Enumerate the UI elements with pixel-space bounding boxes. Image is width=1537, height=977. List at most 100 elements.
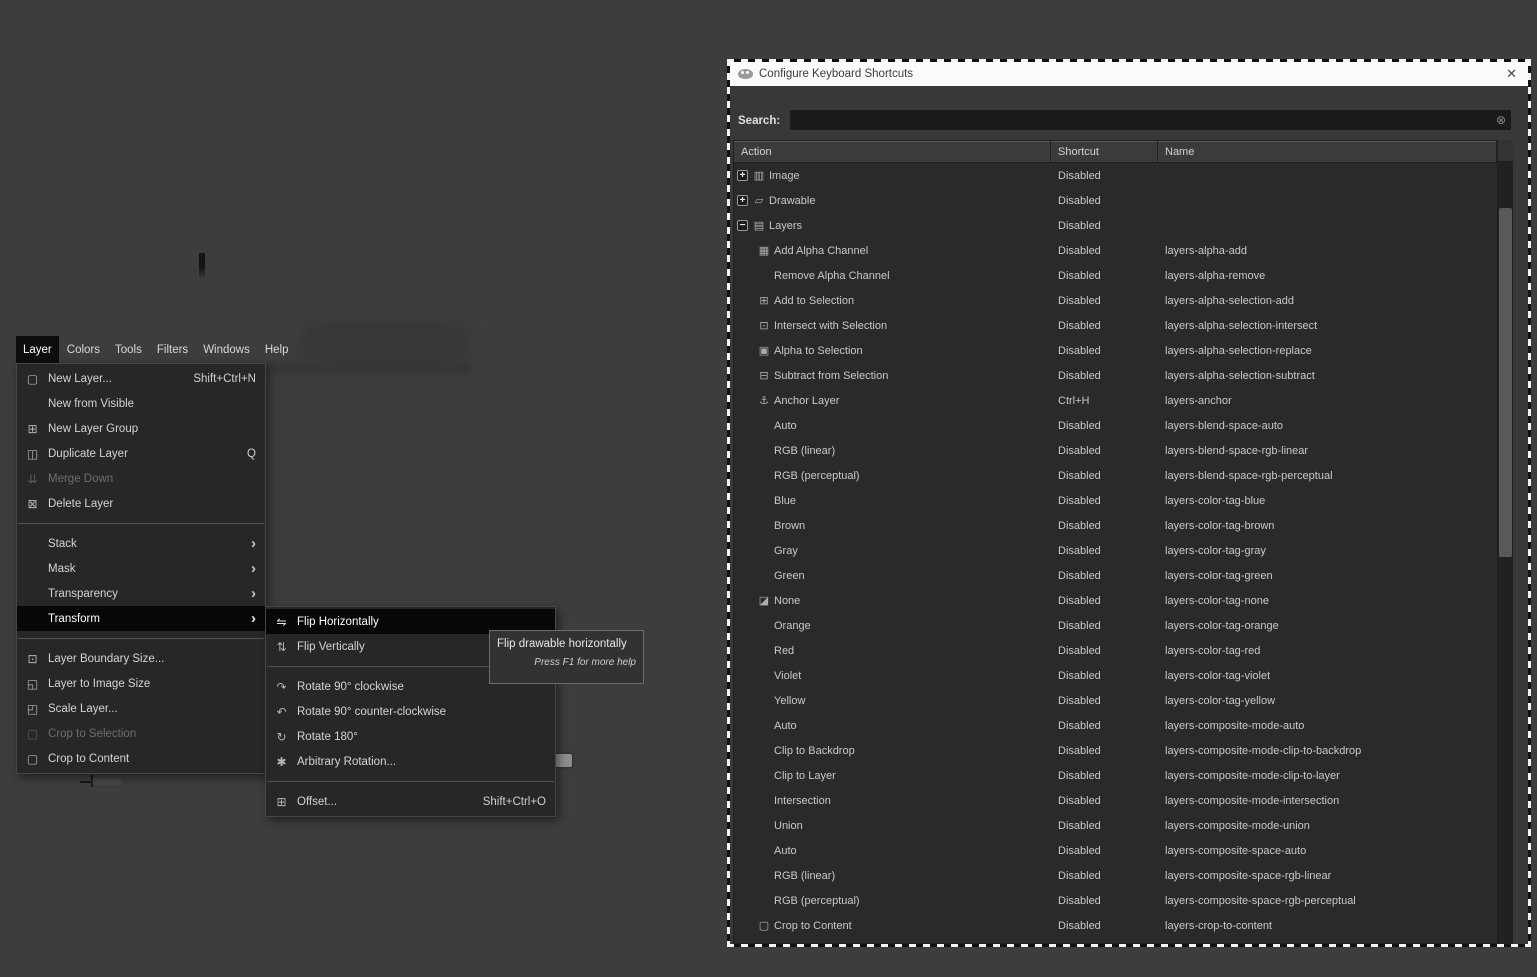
search-input[interactable] bbox=[792, 110, 1490, 132]
table-row[interactable]: AutoDisabledlayers-blend-space-auto bbox=[734, 413, 1497, 438]
column-header-shortcut[interactable]: Shortcut bbox=[1051, 141, 1158, 163]
table-row[interactable]: YellowDisabledlayers-color-tag-yellow bbox=[734, 688, 1497, 713]
table-row[interactable]: ▢Crop to ContentDisabledlayers-crop-to-c… bbox=[734, 913, 1497, 938]
close-icon[interactable]: ✕ bbox=[1506, 66, 1517, 82]
action-name-value: layers-alpha-selection-intersect bbox=[1158, 320, 1497, 332]
menu-item-transform[interactable]: Transform› bbox=[17, 606, 265, 631]
menubar-item-help[interactable]: Help bbox=[258, 336, 296, 363]
action-name-value: layers-color-tag-orange bbox=[1158, 620, 1497, 632]
flip-vertical-icon: ⇅ bbox=[272, 640, 291, 654]
menu-item-label: Delete Layer bbox=[48, 498, 113, 510]
table-row[interactable]: ◪NoneDisabledlayers-color-tag-none bbox=[734, 588, 1497, 613]
table-row[interactable]: Clip to LayerDisabledlayers-composite-mo… bbox=[734, 763, 1497, 788]
table-row[interactable]: RGB (perceptual)Disabledlayers-blend-spa… bbox=[734, 463, 1497, 488]
menu-item-scale-layer[interactable]: ◰Scale Layer... bbox=[17, 696, 265, 721]
table-row[interactable]: RGB (linear)Disabledlayers-blend-space-r… bbox=[734, 438, 1497, 463]
table-row[interactable]: ⊟Subtract from SelectionDisabledlayers-a… bbox=[734, 363, 1497, 388]
menu-item-shortcut: Shift+Ctrl+O bbox=[465, 796, 546, 808]
shortcut-value: Disabled bbox=[1051, 170, 1158, 182]
action-cell: Brown bbox=[734, 520, 1051, 532]
table-row[interactable]: AutoDisabledlayers-composite-mode-auto bbox=[734, 713, 1497, 738]
table-row[interactable]: +▱DrawableDisabled bbox=[734, 188, 1497, 213]
menu-item-transparency[interactable]: Transparency› bbox=[17, 581, 265, 606]
menu-item-merge-down[interactable]: ⇊Merge Down bbox=[17, 466, 265, 491]
table-row[interactable]: ▣Alpha to SelectionDisabledlayers-alpha-… bbox=[734, 338, 1497, 363]
action-label: Add Alpha Channel bbox=[774, 245, 868, 257]
action-name-value: layers-composite-mode-intersection bbox=[1158, 795, 1497, 807]
table-row[interactable]: ⊡Intersect with SelectionDisabledlayers-… bbox=[734, 313, 1497, 338]
merge-down-icon: ⇊ bbox=[23, 472, 42, 486]
table-row[interactable]: ▦Add Alpha ChannelDisabledlayers-alpha-a… bbox=[734, 238, 1497, 263]
search-row: Search: ⊗ bbox=[730, 86, 1528, 138]
table-row[interactable]: UnionDisabledlayers-composite-mode-union bbox=[734, 813, 1497, 838]
action-label: Violet bbox=[774, 670, 801, 682]
table-row[interactable]: RGB (linear)Disabledlayers-composite-spa… bbox=[734, 863, 1497, 888]
menubar-item-colors[interactable]: Colors bbox=[60, 336, 107, 363]
table-row[interactable]: −▤LayersDisabled bbox=[734, 213, 1497, 238]
action-name-value: layers-color-tag-none bbox=[1158, 595, 1497, 607]
table-row[interactable]: OrangeDisabledlayers-color-tag-orange bbox=[734, 613, 1497, 638]
clear-search-icon[interactable]: ⊗ bbox=[1496, 113, 1506, 127]
new-layer-icon: ▢ bbox=[23, 372, 42, 386]
table-row[interactable]: BlueDisabledlayers-color-tag-blue bbox=[734, 488, 1497, 513]
table-row[interactable]: Remove Alpha ChannelDisabledlayers-alpha… bbox=[734, 263, 1497, 288]
shortcuts-table: Action Shortcut Name +▥ImageDisabled+▱Dr… bbox=[733, 140, 1498, 944]
tree-expand-icon[interactable]: + bbox=[737, 195, 748, 206]
dialog-titlebar[interactable]: Configure Keyboard Shortcuts ✕ bbox=[730, 62, 1528, 86]
menu-item-crop-to-content[interactable]: ▢Crop to Content bbox=[17, 746, 265, 771]
action-label: Remove Alpha Channel bbox=[774, 270, 890, 282]
action-label: Add to Selection bbox=[774, 295, 854, 307]
table-row[interactable]: Clip to BackdropDisabledlayers-composite… bbox=[734, 738, 1497, 763]
table-row[interactable]: AutoDisabledlayers-composite-space-auto bbox=[734, 838, 1497, 863]
menu-item-duplicate-layer[interactable]: ◫Duplicate LayerQ bbox=[17, 441, 265, 466]
table-row[interactable]: RGB (perceptual)Disabledlayers-composite… bbox=[734, 888, 1497, 913]
table-row[interactable]: IntersectionDisabledlayers-composite-mod… bbox=[734, 788, 1497, 813]
menubar-item-layer[interactable]: Layer bbox=[16, 336, 59, 363]
gimp-logo-icon bbox=[738, 69, 753, 79]
action-label: Clip to Layer bbox=[774, 770, 836, 782]
menubar-item-filters[interactable]: Filters bbox=[150, 336, 195, 363]
action-cell: ▣Alpha to Selection bbox=[734, 344, 1051, 357]
table-row[interactable]: +▥ImageDisabled bbox=[734, 163, 1497, 188]
column-header-name[interactable]: Name bbox=[1158, 141, 1497, 163]
menu-item-crop-to-selection[interactable]: ▢Crop to Selection bbox=[17, 721, 265, 746]
shortcut-value: Disabled bbox=[1051, 620, 1158, 632]
action-cell: Auto bbox=[734, 845, 1051, 857]
menu-item-stack[interactable]: Stack› bbox=[17, 531, 265, 556]
action-label: Intersection bbox=[774, 795, 831, 807]
vertical-scrollbar[interactable] bbox=[1498, 140, 1513, 944]
table-row[interactable]: GrayDisabledlayers-color-tag-gray bbox=[734, 538, 1497, 563]
action-name-value: layers-color-tag-blue bbox=[1158, 495, 1497, 507]
menubar-item-tools[interactable]: Tools bbox=[108, 336, 149, 363]
menu-item-layer-boundary-size[interactable]: ⊡Layer Boundary Size... bbox=[17, 646, 265, 671]
action-cell: ⊟Subtract from Selection bbox=[734, 369, 1051, 382]
table-row[interactable]: GreenDisabledlayers-color-tag-green bbox=[734, 563, 1497, 588]
menubar-item-windows[interactable]: Windows bbox=[196, 336, 257, 363]
table-row[interactable]: RedDisabledlayers-color-tag-red bbox=[734, 638, 1497, 663]
menu-item-offset[interactable]: ⊞Offset...Shift+Ctrl+O bbox=[266, 789, 555, 814]
column-header-action[interactable]: Action bbox=[734, 141, 1051, 163]
rotate-cw-icon: ↷ bbox=[272, 680, 291, 694]
menu-item-rotate-90-counter-clockwise[interactable]: ↶Rotate 90° counter-clockwise bbox=[266, 699, 555, 724]
menu-item-new-from-visible[interactable]: New from Visible bbox=[17, 391, 265, 416]
offset-icon: ⊞ bbox=[272, 795, 291, 809]
tree-expand-icon[interactable]: + bbox=[737, 170, 748, 181]
menu-item-arbitrary-rotation[interactable]: ✱Arbitrary Rotation... bbox=[266, 749, 555, 774]
scrollbar-thumb[interactable] bbox=[1499, 208, 1512, 557]
menu-item-label: New Layer... bbox=[48, 373, 112, 385]
action-cell: Union bbox=[734, 820, 1051, 832]
action-name-value: layers-alpha-selection-replace bbox=[1158, 345, 1497, 357]
action-name-value: layers-composite-mode-clip-to-backdrop bbox=[1158, 745, 1497, 757]
table-row[interactable]: VioletDisabledlayers-color-tag-violet bbox=[734, 663, 1497, 688]
table-row[interactable]: BrownDisabledlayers-color-tag-brown bbox=[734, 513, 1497, 538]
menu-item-new-layer-group[interactable]: ⊞New Layer Group bbox=[17, 416, 265, 441]
tree-collapse-icon[interactable]: − bbox=[737, 220, 748, 231]
table-row[interactable]: ⚓Anchor LayerCtrl+Hlayers-anchor bbox=[734, 388, 1497, 413]
menu-item-delete-layer[interactable]: ⊠Delete Layer bbox=[17, 491, 265, 516]
alpha-channel-icon: ▦ bbox=[757, 244, 771, 257]
menu-item-new-layer[interactable]: ▢New Layer...Shift+Ctrl+N bbox=[17, 366, 265, 391]
menu-item-rotate-180[interactable]: ↻Rotate 180° bbox=[266, 724, 555, 749]
menu-item-layer-to-image-size[interactable]: ◱Layer to Image Size bbox=[17, 671, 265, 696]
table-row[interactable]: ⊞Add to SelectionDisabledlayers-alpha-se… bbox=[734, 288, 1497, 313]
menu-item-mask[interactable]: Mask› bbox=[17, 556, 265, 581]
